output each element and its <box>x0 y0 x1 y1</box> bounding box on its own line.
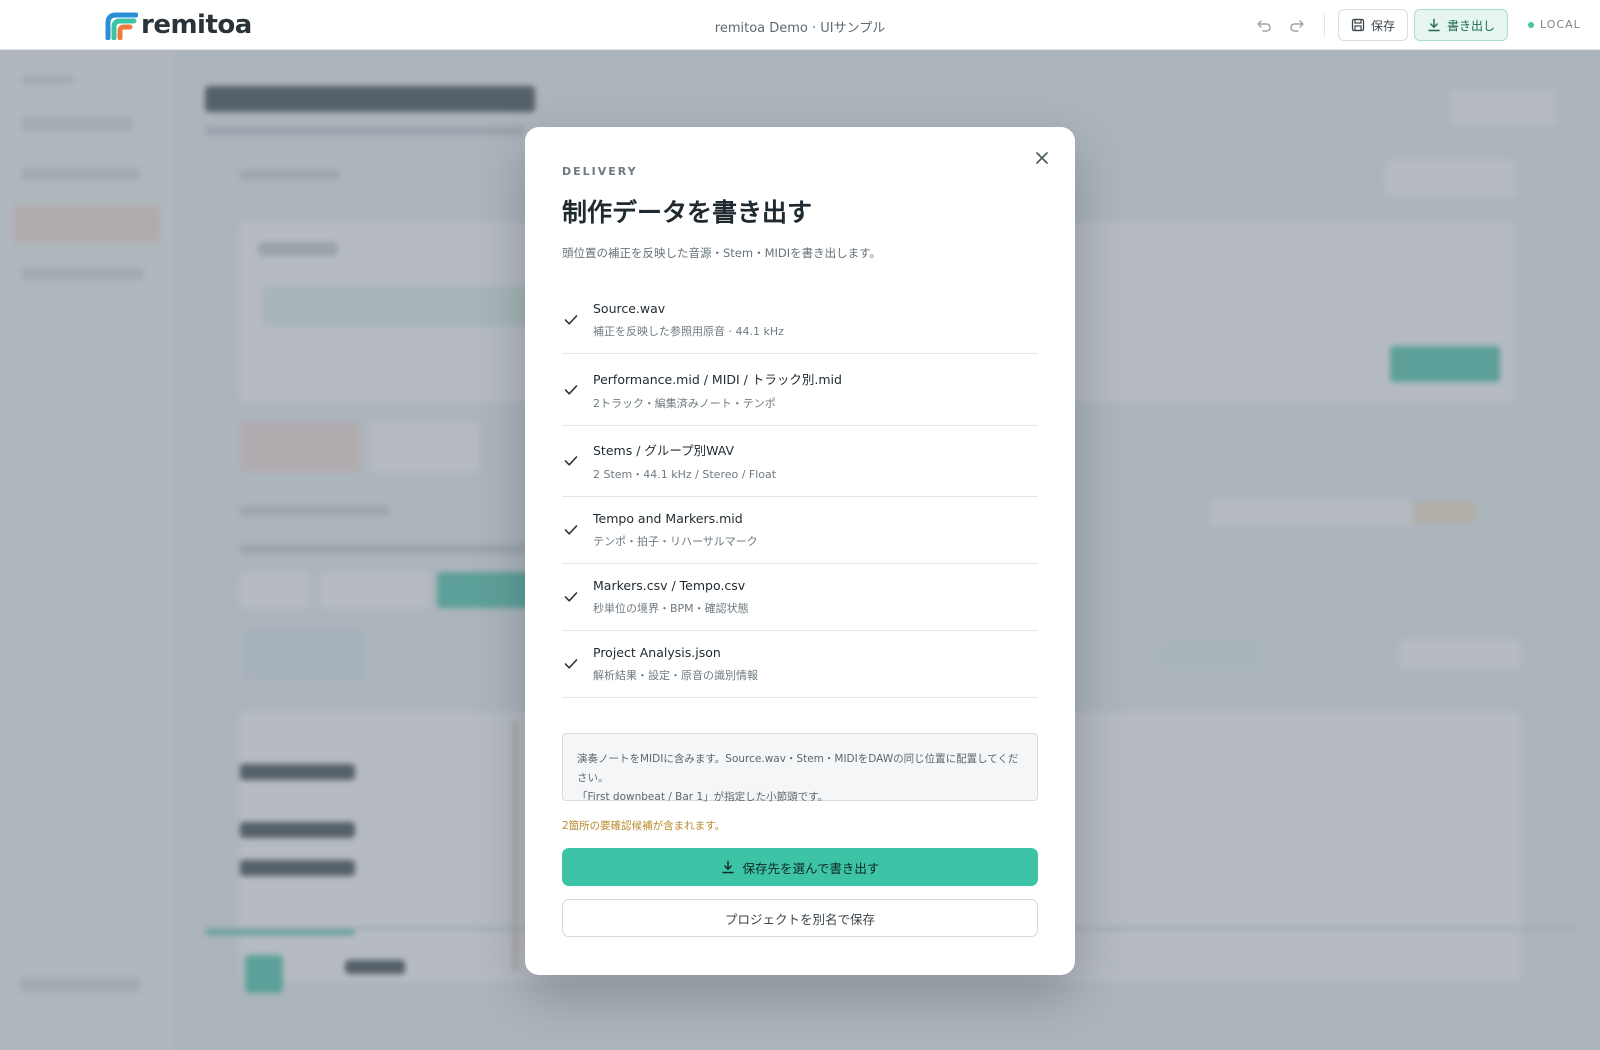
check-icon <box>562 521 580 539</box>
storage-status: LOCAL <box>1528 18 1581 31</box>
export-note-line: 「First downbeat / Bar 1」が指定した小節頭です。 <box>577 791 829 803</box>
export-label: 書き出し <box>1446 18 1495 33</box>
export-item-desc: 2 Stem・44.1 kHz / Stereo / Float <box>593 468 777 481</box>
close-icon <box>1036 152 1048 164</box>
export-item-source[interactable]: Source.wav 補正を反映した参照用原音 · 44.1 kHz <box>562 287 1038 354</box>
save-project-as-button[interactable]: プロジェクトを別名で保存 <box>562 899 1038 937</box>
save-label: 保存 <box>1370 18 1395 33</box>
export-item-name: Project Analysis.json <box>593 645 721 660</box>
dialog-subtitle: 頭位置の補正を反映した音源・Stem・MIDIを書き出します。 <box>562 246 881 260</box>
download-icon <box>1428 18 1440 32</box>
dialog-eyebrow: DELIVERY <box>562 165 638 178</box>
export-note: 演奏ノートをMIDIに含みます。Source.wav・Stem・MIDIをDAW… <box>562 733 1038 803</box>
check-icon <box>562 311 580 329</box>
check-icon <box>562 381 580 399</box>
check-icon <box>562 655 580 673</box>
export-item-desc: 補正を反映した参照用原音 · 44.1 kHz <box>593 325 784 338</box>
export-item-desc: 秒単位の境界・BPM・確認状態 <box>593 602 749 615</box>
close-button[interactable] <box>1031 147 1053 169</box>
export-item-name: Source.wav <box>593 301 666 316</box>
export-dialog: DELIVERY 制作データを書き出す 頭位置の補正を反映した音源・Stem・M… <box>525 127 1075 975</box>
secondary-button-label: プロジェクトを別名で保存 <box>724 911 875 927</box>
export-item-name: Tempo and Markers.mid <box>593 511 743 526</box>
download-icon <box>721 860 734 874</box>
undo-icon <box>1257 20 1271 32</box>
export-item-desc: 解析結果・設定・原音の識別情報 <box>593 669 758 682</box>
export-note-line: 演奏ノートをMIDIに含みます。Source.wav・Stem・MIDIをDAW… <box>577 753 1019 784</box>
top-bar: remitoa remitoa Demo · UIサンプル 保存 書き出し LO… <box>0 0 1600 50</box>
check-icon <box>562 452 580 470</box>
save-button[interactable]: 保存 <box>1338 9 1408 41</box>
export-button[interactable]: 書き出し <box>1414 9 1508 41</box>
export-item-name: Performance.mid / MIDI / トラック別.mid <box>593 371 842 387</box>
export-item-name: Markers.csv / Tempo.csv <box>593 578 746 593</box>
check-icon <box>562 588 580 606</box>
undo-button[interactable] <box>1253 14 1275 36</box>
export-file-list: Source.wav 補正を反映した参照用原音 · 44.1 kHz Perfor… <box>562 287 1038 698</box>
export-item-desc: 2トラック・編集済みノート・テンポ <box>593 396 776 410</box>
primary-button-label: 保存先を選んで書き出す <box>742 860 880 876</box>
export-item-stems[interactable]: Stems / グループ別WAV 2 Stem・44.1 kHz / Stereo… <box>562 426 1038 497</box>
choose-destination-export-button[interactable]: 保存先を選んで書き出す <box>562 848 1038 886</box>
export-item-name: Stems / グループ別WAV <box>593 443 735 458</box>
storage-status-label: LOCAL <box>1540 18 1581 31</box>
export-item-csv[interactable]: Markers.csv / Tempo.csv 秒単位の境界・BPM・確認状態 <box>562 564 1038 631</box>
save-icon <box>1351 18 1365 32</box>
export-item-desc: テンポ・拍子・リハーサルマーク <box>593 535 758 548</box>
export-item-analysis-json[interactable]: Project Analysis.json 解析結果・設定・原音の識別情報 <box>562 631 1038 698</box>
toolbar-divider <box>1324 13 1325 37</box>
review-warning: 2箇所の要確認候補が含まれます。 <box>562 820 726 832</box>
dialog-title: 制作データを書き出す <box>562 198 813 227</box>
export-item-midi[interactable]: Performance.mid / MIDI / トラック別.mid 2トラック・… <box>562 354 1038 426</box>
redo-icon <box>1290 20 1304 32</box>
status-dot <box>1528 21 1534 28</box>
redo-button[interactable] <box>1286 14 1308 36</box>
export-item-tempo-markers[interactable]: Tempo and Markers.mid テンポ・拍子・リハーサルマーク <box>562 497 1038 564</box>
